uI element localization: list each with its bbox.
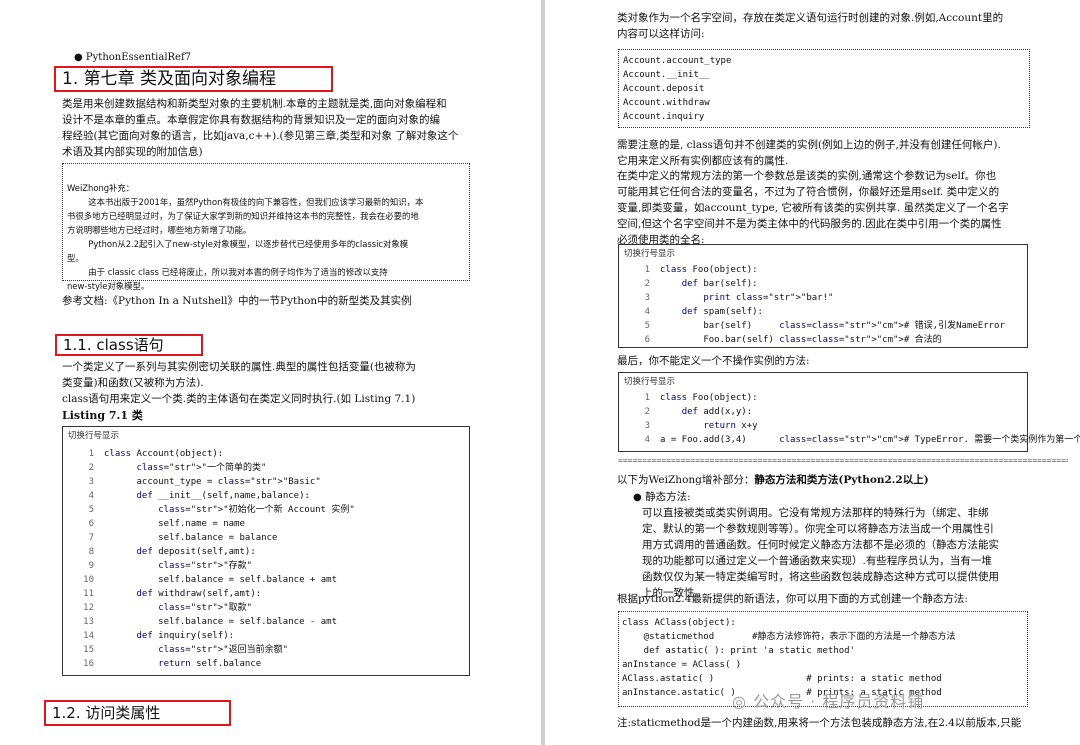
- code-line: Account.withdraw: [623, 98, 710, 108]
- code-line: 13 self.balance = self.balance - amt: [83, 617, 337, 627]
- chapter-title: 1. 第七章 类及面向对象编程: [54, 66, 333, 92]
- foo-add-code-lines: 1 class Foo(object): 2 def add(x,y): 3 retu…: [624, 391, 1080, 447]
- code-line: 10 self.balance = self.balance + amt: [83, 575, 337, 585]
- code-line: class AClass(object):: [622, 618, 736, 628]
- weizhong-note-box: WeiZhong补充： 这本书出版于2001年，虽然Python有极佳的向下兼容…: [62, 163, 470, 291]
- new-syntax-paragraph: 根据python2.4最新提供的新语法，你可以用下面的方式创建一个静态方法:: [617, 593, 968, 605]
- code-line: 5 class="str">"初始化一个新 Account 实例": [88, 505, 355, 515]
- code-line: 3 print class="str">"bar!": [644, 293, 834, 303]
- namespace-paragraph: 类对象作为一个名字空间，存放在类定义语句运行时创建的对象.例如,Account里…: [617, 12, 1004, 40]
- code-line: Account.account_type: [623, 56, 732, 66]
- code-line: 1 class Foo(object):: [644, 265, 758, 275]
- section-1-1-paragraph2: class语句用来定义一个类.类的主体语句在类定义同时执行.(如 Listing…: [62, 393, 416, 405]
- code-line: 3 return x+y: [644, 421, 758, 431]
- bullet-ref: ● PythonEssentialRef7: [74, 52, 192, 63]
- toggle-line-numbers-link[interactable]: 切换行号显示: [624, 375, 1022, 389]
- bullet-dot-icon: ●: [74, 52, 83, 63]
- code-line: 1 class Account(object):: [88, 449, 224, 459]
- toggle-line-numbers-link[interactable]: 切换行号显示: [624, 247, 1022, 261]
- listing-title: Listing 7.1 类: [62, 409, 143, 422]
- code-line: Account.deposit: [623, 84, 705, 94]
- class-note-paragraph: 需要注意的是, class语句并不创建类的实例(例如上边的例子,并没有创建任何帐…: [617, 139, 1001, 167]
- code-line: 12 class="str">"取款": [83, 603, 253, 613]
- watermark: ◎ 公众号 · 程序员资料铺: [732, 692, 925, 711]
- code-line: anInstance = AClass( ): [622, 660, 742, 670]
- code-line: AClass.astatic( ) # prints: a static met…: [622, 674, 942, 684]
- listing-7-1-code-block: 切换行号显示 1 class Account(object): 2 class="s…: [62, 426, 470, 676]
- section-1-1-paragraph: 一个类定义了一系列与其实例密切关联的属性.典型的属性包括变量(也被称为 类变量)…: [62, 361, 416, 389]
- foo-bar-code-lines: 1 class Foo(object): 2 def bar(self): 3 pri…: [624, 263, 1022, 347]
- code-line: 6 Foo.bar(self) class=class="str">"cm">#…: [644, 335, 942, 345]
- code-line: 11 def withdraw(self,amt):: [83, 589, 262, 599]
- foo-add-code-block: 切换行号显示 1 class Foo(object): 2 def add(x,y)…: [618, 372, 1080, 452]
- code-line: 4a = Foo.add(3,4) class=class="str">"cm"…: [644, 435, 1080, 445]
- reference-doc: 参考文档:《Python In a Nutshell》中的一节Python中的新…: [62, 295, 412, 307]
- code-line: def astatic( ): print 'a static method': [622, 646, 855, 656]
- code-line: 8 def deposit(self,amt):: [88, 547, 256, 557]
- code-line: 3 account_type = class="str">"Basic": [88, 477, 321, 487]
- code-line: 2 class="str">"一个简单的类": [88, 463, 267, 473]
- code-line: 16 return self.balance: [83, 659, 262, 669]
- right-page: 类对象作为一个名字空间，存放在类定义语句运行时创建的对象.例如,Account里…: [546, 0, 1080, 745]
- code-line: 6 self.name = name: [88, 519, 245, 529]
- weizhong-supplement-heading: 以下为WeiZhong增补部分：静态方法和类方法(Python2.2以上): [617, 474, 929, 486]
- account-access-lines: Account.account_type Account.__init__ Acco…: [623, 54, 1025, 124]
- wechat-icon: ◎: [732, 692, 747, 711]
- code-line: 15 class="str">"返回当前余额": [83, 645, 289, 655]
- code-line: 1 class Foo(object):: [644, 393, 758, 403]
- section-1-1-title: 1.1. class语句: [55, 334, 203, 356]
- foo-bar-code-block: 切换行号显示 1 class Foo(object): 2 def bar(self…: [618, 244, 1028, 348]
- code-line: Account.__init__: [623, 70, 710, 80]
- page-divider: [541, 0, 545, 745]
- separator-line: ========================================…: [618, 457, 1068, 465]
- section-1-2-title: 1.2. 访问类属性: [44, 700, 231, 726]
- code-line: 14 def inquiry(self):: [83, 631, 235, 641]
- code-line: 2 def bar(self):: [644, 279, 758, 289]
- code-line: Account.inquiry: [623, 112, 705, 122]
- listing-code-lines: 1 class Account(object): 2 class="str">"一个…: [68, 447, 464, 671]
- code-line: 9 class="str">"存款": [88, 561, 253, 571]
- code-line: 2 def add(x,y):: [644, 407, 753, 417]
- code-line: 5 bar(self) class=class="str">"cm"># 错误,…: [644, 321, 1005, 331]
- static-method-paragraph: 可以直接被类或类实例调用。它没有常规方法那样的特殊行为（绑定、非绑 定、默认的第…: [642, 507, 999, 599]
- self-paragraph: 在类中定义的常规方法的第一个参数总是该类的实例,通常这个参数记为self。你也 …: [617, 170, 1009, 246]
- account-access-box: Account.account_type Account.__init__ Acco…: [618, 49, 1030, 128]
- toggle-line-numbers-link[interactable]: 切换行号显示: [68, 429, 464, 443]
- static-method-bullet: ● 静态方法:: [633, 491, 691, 503]
- code-line: 4 def __init__(self,name,balance):: [88, 491, 310, 501]
- code-line: @staticmethod #静态方法修饰符，表示下面的方法是一个静态方法: [622, 632, 956, 642]
- code-line: 7 self.balance = balance: [88, 533, 278, 543]
- last-paragraph: 最后，你不能定义一个不操作实例的方法:: [617, 355, 810, 367]
- intro-paragraph: 类是用来创建数据结构和新类型对象的主要机制.本章的主题就是类,面向对象编程和 设…: [62, 98, 459, 158]
- code-line: 4 def spam(self):: [644, 307, 763, 317]
- left-page: ● PythonEssentialRef7 1. 第七章 类及面向对象编程 类是…: [0, 0, 540, 745]
- bottom-note: 注:staticmethod是一个内建函数,用来将一个方法包装成静态方法,在2.…: [617, 717, 1022, 729]
- bullet-dot-icon: ●: [633, 492, 642, 503]
